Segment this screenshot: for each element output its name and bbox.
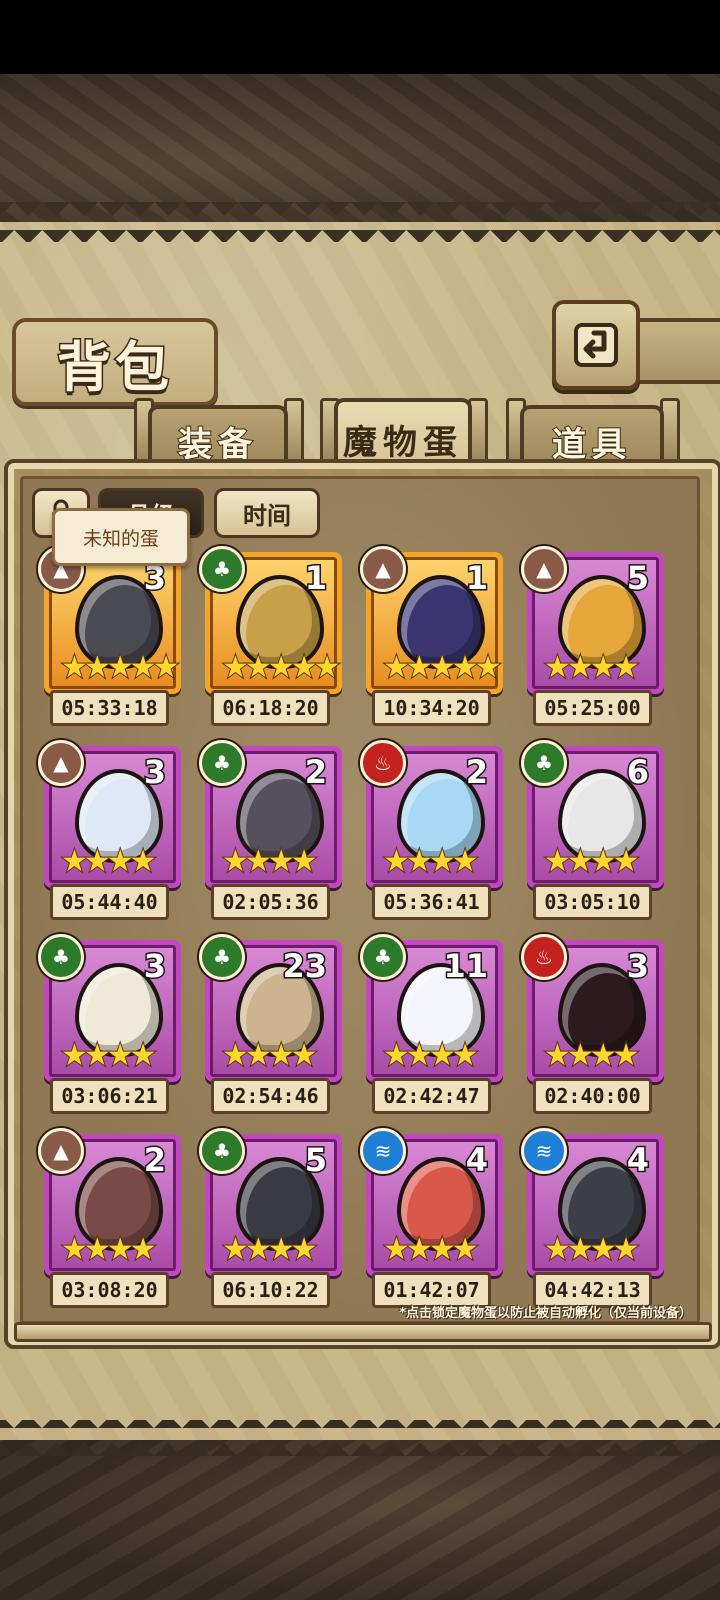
hatch-timer: 03:08:20 [50,1272,169,1308]
egg-card[interactable]: 3 ★★★★ ▲ 05:44:40 [38,740,181,920]
wood-element-icon: ♣ [360,934,406,980]
hatch-timer: 02:54:46 [211,1078,330,1114]
egg-card[interactable]: 5 ★★★★ ▲ 05:25:00 [521,546,664,726]
hatch-timer: 10:34:20 [372,690,491,726]
fire-element-icon: ♨ [360,740,406,786]
wood-element-icon: ♣ [199,934,245,980]
hatch-timer: 06:18:20 [211,690,330,726]
egg-tooltip-text: 未知的蛋 [82,527,159,550]
egg-card[interactable]: 3 ★★★★ ♨ 02:40:00 [521,934,664,1114]
earth-element-icon: ▲ [38,740,84,786]
egg-grid: 3 ★★★★★ ▲ 05:33:18 1 ★★★★★ ♣ 06:18:20 1 ★★★★★ ▲ 10:… [38,546,680,1308]
egg-card[interactable]: 1 ★★★★★ ♣ 06:18:20 [199,546,342,726]
earth-element-icon: ▲ [38,1128,84,1174]
egg-star-rating: ★★★★ [221,1038,319,1074]
page-title: 背包 [56,333,173,400]
egg-count: 11 [442,946,490,987]
egg-star-rating: ★★★★ [221,1232,319,1268]
fire-element-icon: ♨ [521,934,567,980]
egg-star-rating: ★★★★ [543,650,641,686]
egg-star-rating: ★★★★ [382,1232,480,1268]
hatch-timer: 05:33:18 [50,690,169,726]
egg-count: 1 [464,558,489,599]
egg-card[interactable]: 2 ★★★★ ♨ 05:36:41 [360,740,503,920]
page-title-plate: 背包 [12,318,218,406]
wood-element-icon: ♣ [38,934,84,980]
egg-count: 3 [625,946,650,987]
earth-element-icon: ▲ [521,546,567,592]
egg-count: 6 [625,752,650,793]
water-element-icon: ≋ [521,1128,567,1174]
map-background-bottom [0,1440,720,1600]
tab-items-label: 道具 [551,424,632,466]
hatch-timer: 03:05:10 [533,884,652,920]
wood-element-icon: ♣ [199,1128,245,1174]
egg-star-rating: ★★★★ [543,1232,641,1268]
egg-tooltip: 未知的蛋 [52,508,190,566]
auto-hatch-footnote: *点击锁定魔物蛋以防止被自动孵化（仅当前设备） [399,1306,692,1321]
panel-bottom-rail [14,1322,712,1342]
earth-element-icon: ▲ [360,546,406,592]
parchment-torn-edge-bottom [0,1420,720,1456]
egg-card[interactable]: 11 ★★★★ ♣ 02:42:47 [360,934,503,1114]
egg-count: 1 [303,558,328,599]
egg-count: 5 [303,1140,328,1181]
egg-count: 3 [142,946,167,987]
egg-card[interactable]: 2 ★★★★ ♣ 02:05:36 [199,740,342,920]
water-element-icon: ≋ [360,1128,406,1174]
egg-star-rating: ★★★★★ [382,650,503,686]
back-arrow-icon [574,323,618,367]
egg-card[interactable]: 5 ★★★★ ♣ 06:10:22 [199,1128,342,1308]
hatch-timer: 02:40:00 [533,1078,652,1114]
egg-star-rating: ★★★★ [382,844,480,880]
egg-star-rating: ★★★★ [382,1038,480,1074]
hatch-timer: 02:42:47 [372,1078,491,1114]
tab-monster-eggs-label: 魔物蛋 [343,422,463,463]
egg-star-rating: ★★★★ [543,844,641,880]
parchment-torn-edge-top [0,202,720,242]
egg-count: 3 [142,752,167,793]
egg-card[interactable]: 4 ★★★★ ≋ 01:42:07 [360,1128,503,1308]
hatch-timer: 05:44:40 [50,884,169,920]
hatch-timer: 05:25:00 [533,690,652,726]
back-button-rail [628,318,720,384]
egg-star-rating: ★★★★ [60,1038,158,1074]
back-button[interactable] [552,300,640,390]
egg-card[interactable]: 1 ★★★★★ ▲ 10:34:20 [360,546,503,726]
egg-count: 2 [303,752,328,793]
egg-count: 23 [281,946,329,987]
egg-count: 2 [142,1140,167,1181]
egg-card[interactable]: 23 ★★★★ ♣ 02:54:46 [199,934,342,1114]
egg-star-rating: ★★★★ [60,1232,158,1268]
wood-element-icon: ♣ [199,740,245,786]
egg-star-rating: ★★★★ [221,844,319,880]
sort-by-time-button[interactable]: 时间 [214,488,320,538]
egg-card[interactable]: 3 ★★★★ ♣ 03:06:21 [38,934,181,1114]
egg-count: 4 [464,1140,489,1181]
wood-element-icon: ♣ [199,546,245,592]
egg-count: 5 [625,558,650,599]
egg-count: 2 [464,752,489,793]
egg-star-rating: ★★★★★ [60,650,181,686]
hatch-timer: 03:06:21 [50,1078,169,1114]
egg-card[interactable]: 2 ★★★★ ▲ 03:08:20 [38,1128,181,1308]
egg-count: 4 [625,1140,650,1181]
tab-equipment-label: 装备 [177,424,258,466]
egg-card[interactable]: 4 ★★★★ ≋ 04:42:13 [521,1128,664,1308]
egg-star-rating: ★★★★ [60,844,158,880]
egg-card[interactable]: 3 ★★★★★ ▲ 05:33:18 [38,546,181,726]
egg-star-rating: ★★★★ [543,1038,641,1074]
wood-element-icon: ♣ [521,740,567,786]
hatch-timer: 02:05:36 [211,884,330,920]
egg-card[interactable]: 6 ★★★★ ♣ 03:05:10 [521,740,664,920]
egg-star-rating: ★★★★★ [221,650,342,686]
sort-by-time-label: 时间 [243,501,291,530]
status-bar [0,0,720,74]
hatch-timer: 05:36:41 [372,884,491,920]
